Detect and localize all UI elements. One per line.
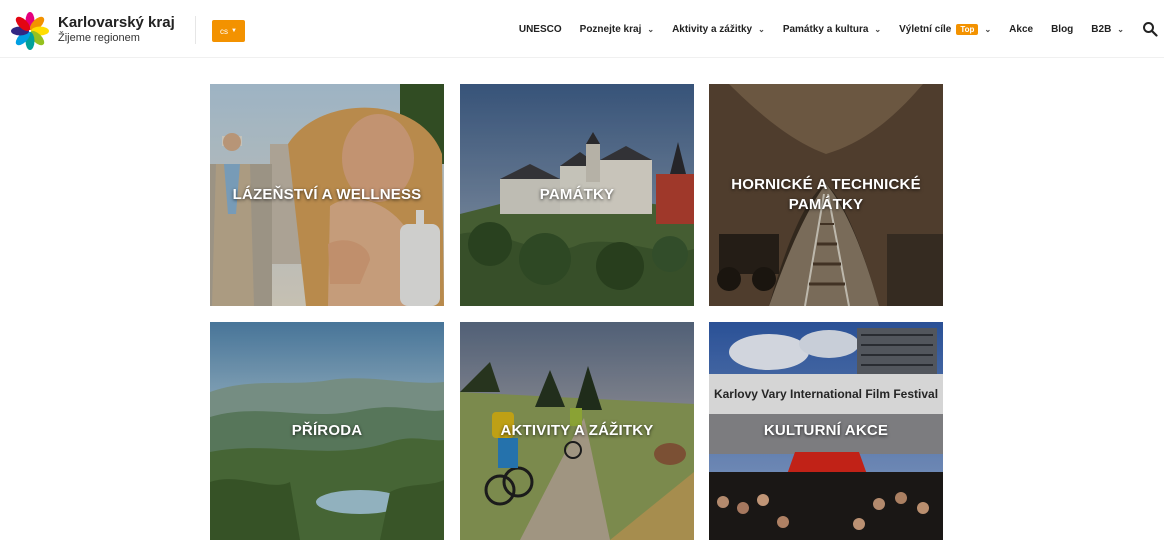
nav-item-aktivity[interactable]: Aktivity a zážitky ⌄ — [672, 24, 765, 35]
main-nav: UNESCO Poznejte kraj ⌄ Aktivity a zážitk… — [501, 0, 1164, 58]
nav-item-label: B2B — [1091, 23, 1112, 35]
nav-item-label: Výletní cíle — [899, 23, 952, 35]
chevron-down-icon: ⌄ — [984, 24, 992, 34]
tile-hornicke-technicke-pamatky[interactable]: HORNICKÉ A TECHNICKÉ PAMÁTKY — [709, 84, 943, 306]
nav-item-label: Poznejte kraj — [579, 23, 642, 35]
chevron-down-icon: ⌄ — [647, 24, 655, 34]
nav-item-b2b[interactable]: B2B ⌄ — [1091, 24, 1124, 35]
brand-name: Karlovarský kraj — [58, 14, 175, 31]
tile-label: KULTURNÍ AKCE — [763, 422, 889, 439]
nav-item-pamatky[interactable]: Památky a kultura ⌄ — [783, 24, 881, 35]
chevron-down-icon: ⌄ — [1117, 24, 1124, 34]
tile-lazenstvi-wellness[interactable]: LÁZEŇSTVÍ A WELLNESS — [210, 84, 444, 306]
tile-aktivity-zazitky[interactable]: AKTIVITY A ZÁŽITKY — [460, 322, 694, 540]
nav-item-akce[interactable]: Akce — [1009, 24, 1033, 35]
language-label: cs — [220, 26, 229, 36]
nav-item-blog[interactable]: Blog — [1051, 24, 1073, 35]
top-badge: Top — [956, 23, 979, 35]
brand-tagline: Žijeme regionem — [58, 32, 140, 44]
chevron-down-icon: ⌄ — [874, 24, 882, 34]
search-icon[interactable] — [1142, 21, 1158, 37]
tile-label: LÁZEŇSTVÍ A WELLNESS — [232, 186, 422, 203]
nav-item-label: Blog — [1051, 23, 1074, 35]
nav-item-unesco[interactable]: UNESCO — [519, 24, 562, 35]
nav-item-label: UNESCO — [518, 23, 562, 35]
nav-item-label: Aktivity a zážitky — [672, 23, 753, 35]
chevron-down-icon: ⌄ — [758, 24, 765, 34]
nav-item-vyletni-cile[interactable]: Výletní cíle Top ⌄ — [899, 23, 992, 35]
tile-label: AKTIVITY A ZÁŽITKY — [500, 422, 654, 439]
language-select[interactable]: cs ▼ — [212, 20, 245, 42]
karlovarsky-kraj-logo-icon[interactable] — [10, 11, 50, 51]
tile-label: HORNICKÉ A TECHNICKÉ PAMÁTKY — [731, 176, 921, 213]
tile-kulturni-akce[interactable]: Karlovy Vary International Film Festival… — [709, 322, 943, 540]
nav-item-poznejte-kraj[interactable]: Poznejte kraj ⌄ — [580, 24, 654, 35]
nav-item-label: Akce — [1009, 23, 1034, 35]
chevron-down-icon: ▼ — [231, 28, 237, 34]
tile-label: PAMÁTKY — [539, 186, 615, 203]
brand[interactable]: Karlovarský kraj Žijeme regionem — [58, 14, 175, 45]
tile-label: PŘÍRODA — [291, 422, 363, 439]
site-header: Karlovarský kraj Žijeme regionem cs ▼ UN… — [0, 0, 1164, 58]
nav-item-label: Památky a kultura — [782, 23, 869, 35]
header-divider — [195, 16, 196, 44]
tile-priroda[interactable]: PŘÍRODA — [210, 322, 444, 540]
tile-pamatky[interactable]: PAMÁTKY — [460, 84, 694, 306]
